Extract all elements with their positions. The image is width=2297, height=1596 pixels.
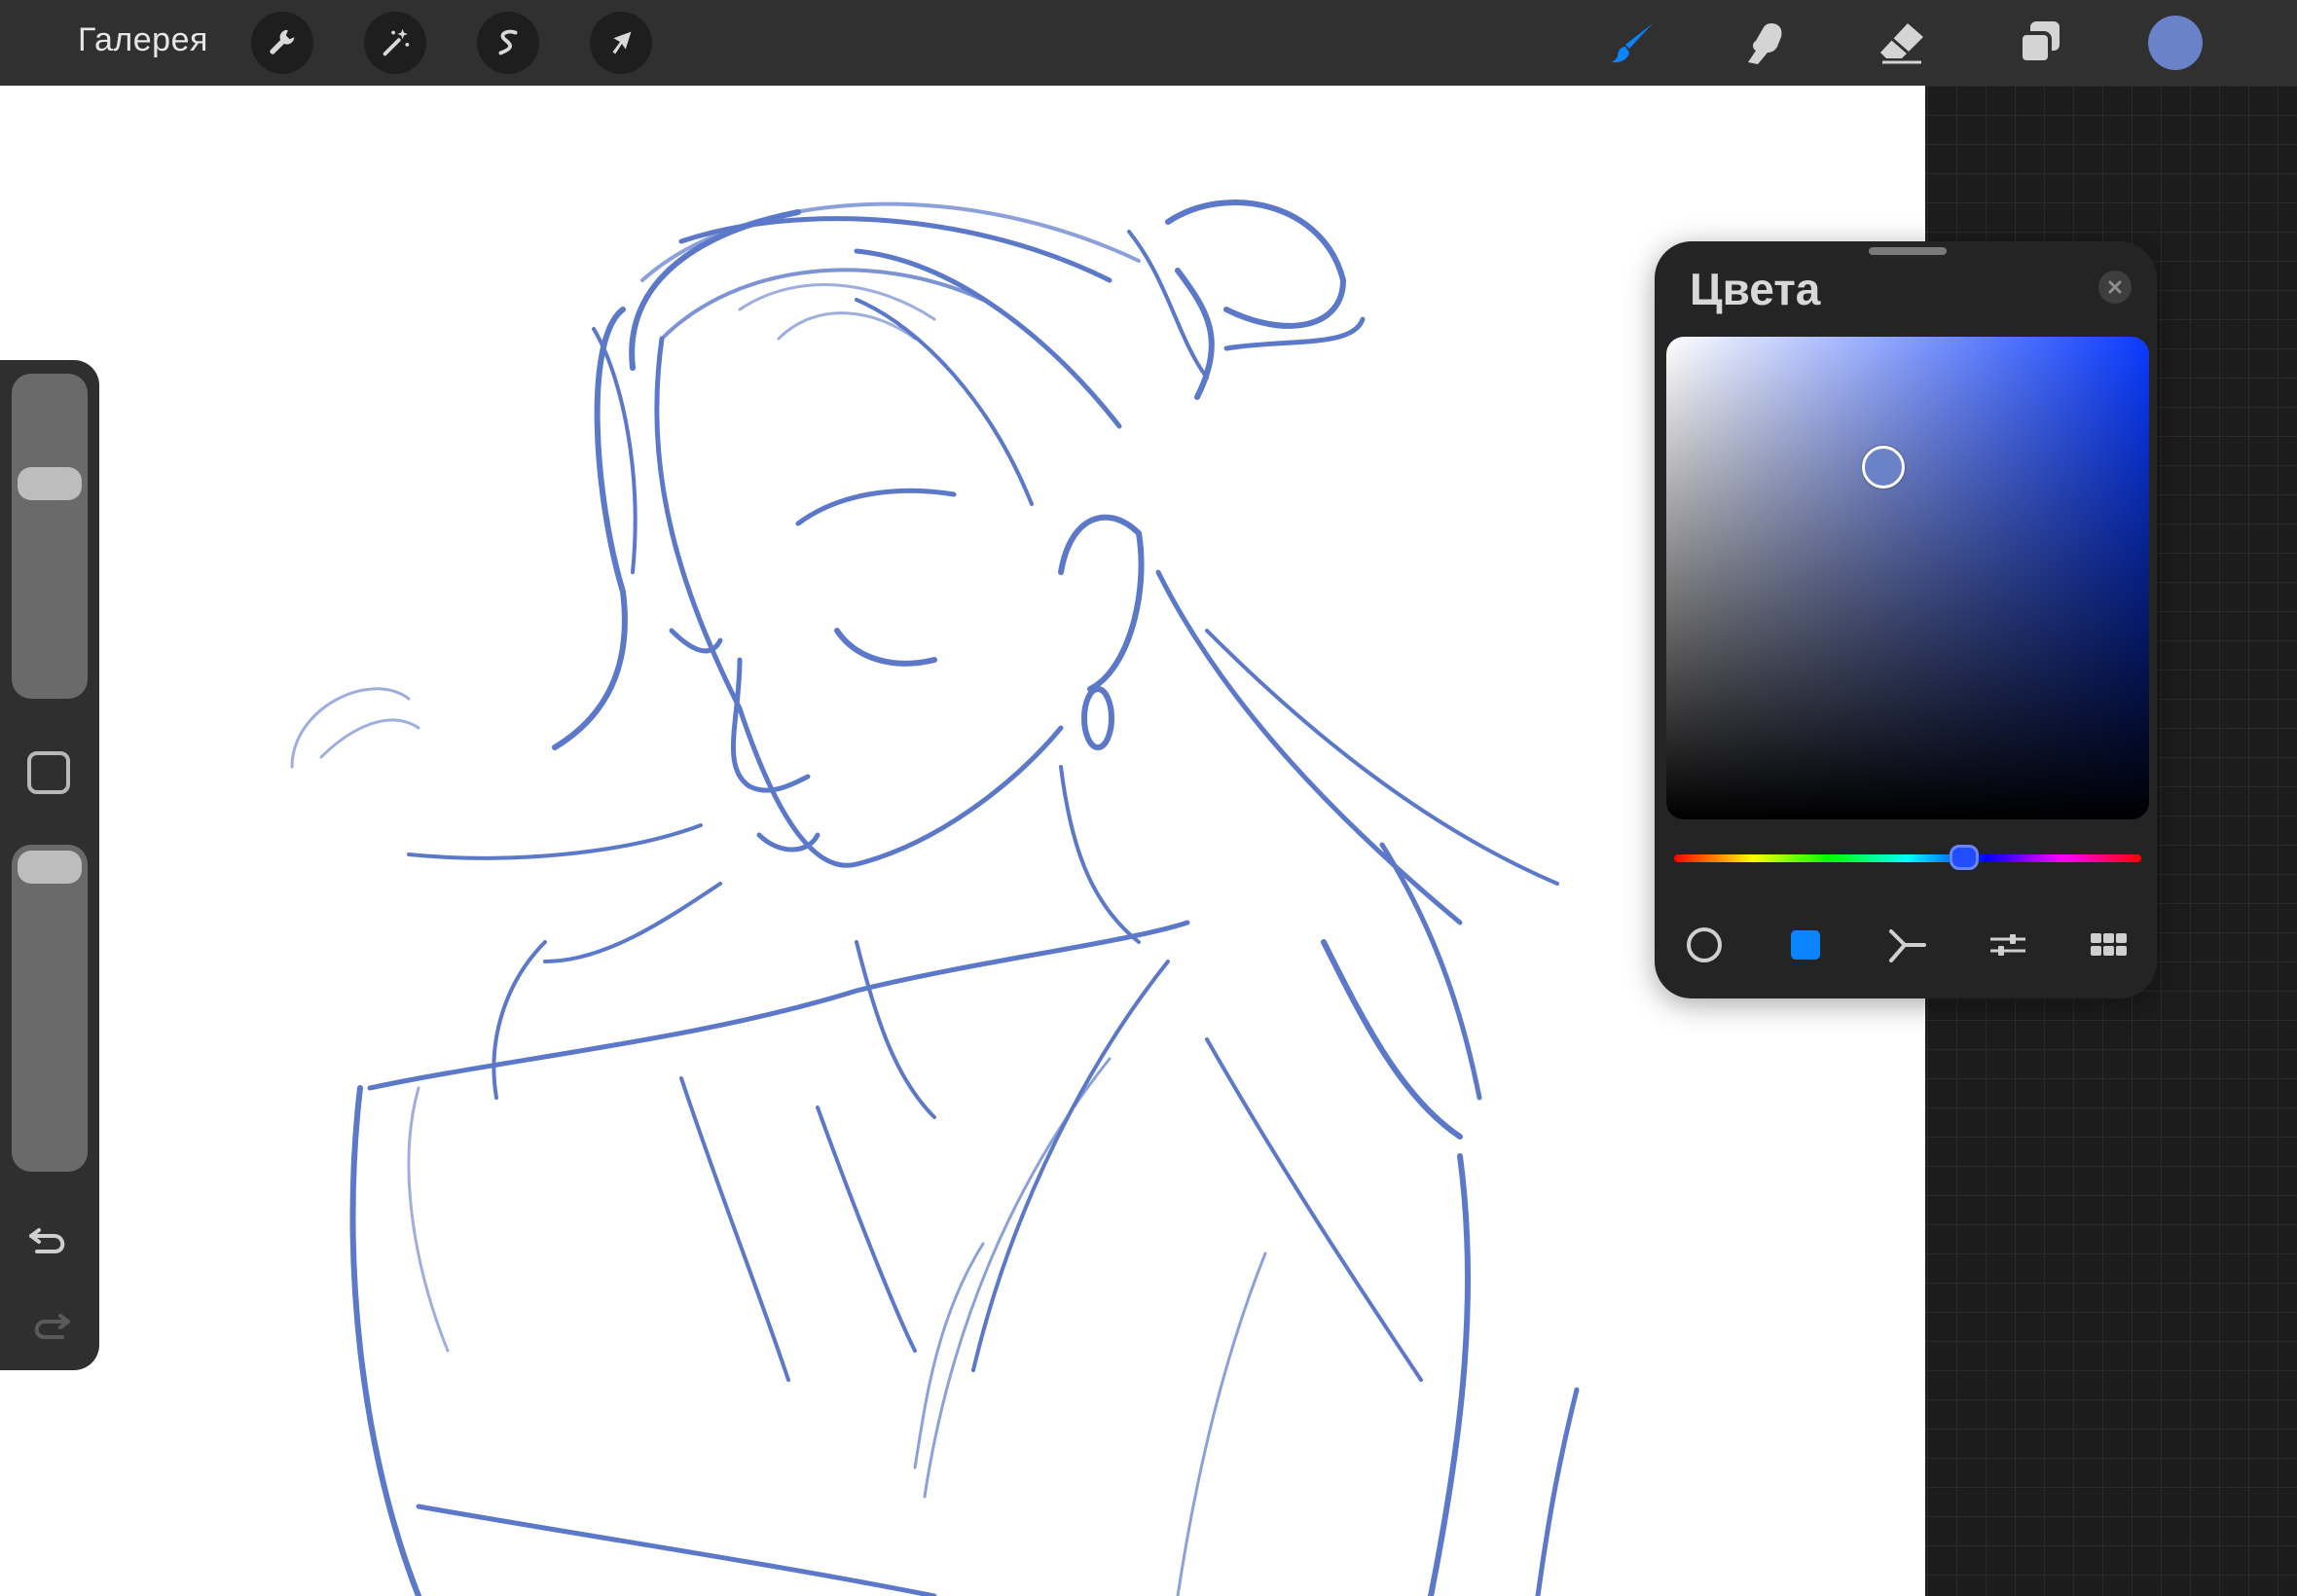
mode-tab-palettes[interactable] [2083,919,2135,971]
magic-wand-icon [383,28,410,56]
mode-tab-value[interactable] [1982,919,2034,971]
brush-size-slider[interactable] [12,374,88,699]
eraser-tool-button[interactable] [1873,14,1931,72]
disc-icon [1687,927,1722,962]
panel-grabber[interactable] [1869,247,1947,255]
hue-slider-thumb[interactable] [1949,845,1979,870]
gallery-button[interactable]: Галерея [78,21,208,59]
close-panel-button[interactable] [2098,271,2132,304]
wrench-icon [270,29,295,54]
selection-s-icon [498,29,518,55]
layers-tool-button[interactable] [2011,14,2069,72]
drawing-canvas[interactable] [0,86,1925,1596]
color-picker-cursor[interactable] [1862,445,1906,489]
adjustments-button[interactable] [364,12,426,74]
transform-button[interactable] [590,12,652,74]
actions-button[interactable] [251,12,313,74]
selection-button[interactable] [477,12,539,74]
opacity-thumb[interactable] [18,851,82,885]
top-toolbar: Галерея [0,0,2297,86]
eraser-icon [1880,23,1923,64]
harmony-icon [1889,929,1926,962]
classic-square-icon [1791,930,1820,960]
saturation-brightness-picker[interactable] [1666,337,2149,819]
mode-tab-harmony[interactable] [1880,919,1933,971]
undo-icon[interactable] [25,1215,74,1263]
sketch-drawing [290,200,1580,1596]
current-color-swatch[interactable] [2148,16,2203,70]
mode-tab-classic[interactable] [1779,919,1832,971]
hue-slider[interactable] [1674,854,2141,862]
brush-icon [1612,23,1653,63]
opacity-slider[interactable] [12,845,88,1172]
palette-grid-icon [2091,933,2127,956]
mode-tab-disc[interactable] [1678,919,1731,971]
colors-panel: Цвета [1655,241,2157,998]
close-icon [2108,280,2122,294]
modify-square-icon[interactable] [27,751,70,794]
layers-icon [2019,21,2060,64]
brush-size-thumb[interactable] [18,467,82,500]
brush-tool-button[interactable] [1604,14,1662,72]
panel-title: Цвета [1690,264,1821,314]
smudge-finger-icon [1748,23,1782,64]
sliders-icon [1990,934,2025,956]
arrow-cursor-icon [612,31,632,54]
smudge-tool-button[interactable] [1736,14,1795,72]
left-sidebar [0,360,99,1370]
redo-icon[interactable] [25,1300,74,1349]
